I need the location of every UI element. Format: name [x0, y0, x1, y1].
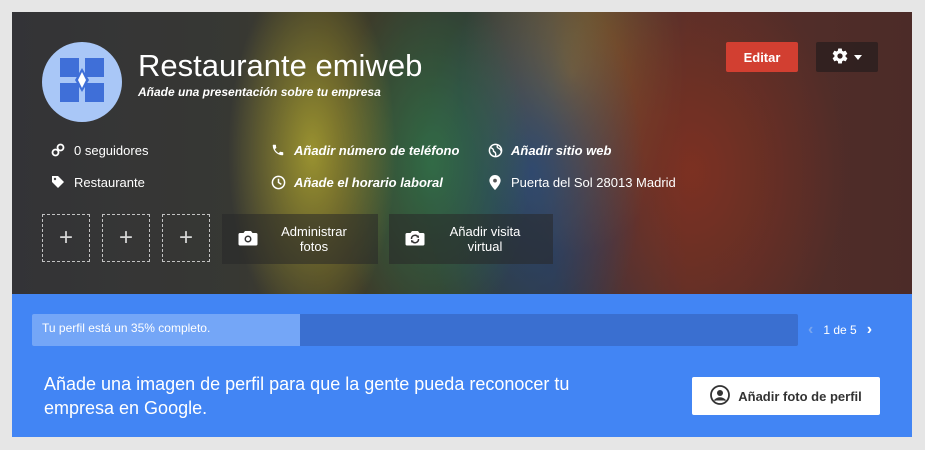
building-icon — [58, 56, 106, 109]
add-photo-slot-2[interactable]: + — [102, 214, 150, 262]
cover-photo: Restaurante emiweb Añade una presentació… — [12, 12, 912, 294]
add-phone-link[interactable]: Añadir número de teléfono — [270, 142, 459, 158]
address-info: Puerta del Sol 28013 Madrid — [487, 174, 676, 190]
add-profile-photo-label: Añadir foto de perfil — [738, 388, 862, 404]
gear-icon — [831, 47, 849, 68]
manage-photos-label: Administrar fotos — [281, 224, 347, 254]
profile-avatar[interactable] — [42, 42, 122, 122]
tag-icon — [50, 174, 66, 190]
address-label: Puerta del Sol 28013 Madrid — [511, 174, 676, 190]
manage-photos-button[interactable]: Administrar fotos — [222, 214, 378, 264]
caret-down-icon — [853, 50, 863, 65]
profile-completion-panel: Tu perfil está un 35% completo. ‹ 1 de 5… — [12, 294, 912, 437]
followers-info: 0 seguidores — [50, 142, 148, 158]
add-hours-label: Añade el horario laboral — [294, 174, 443, 190]
add-website-link[interactable]: Añadir sitio web — [487, 142, 611, 158]
add-hours-link[interactable]: Añade el horario laboral — [270, 174, 443, 190]
progress-text: Tu perfil está un 35% completo. — [42, 321, 211, 335]
add-website-label: Añadir sitio web — [511, 142, 612, 158]
prev-tip-button[interactable]: ‹ — [808, 321, 813, 339]
add-description-link[interactable]: Añade una presentación sobre tu empresa — [138, 85, 381, 99]
add-profile-photo-button[interactable]: Añadir foto de perfil — [692, 377, 880, 415]
globe-icon — [487, 142, 503, 158]
add-virtual-tour-label: Añadir visita virtual — [449, 224, 521, 254]
add-virtual-tour-button[interactable]: Añadir visita virtual — [389, 214, 553, 264]
category-label: Restaurante — [74, 174, 145, 190]
location-pin-icon — [487, 174, 503, 190]
settings-menu-button[interactable] — [816, 42, 878, 72]
next-tip-button[interactable]: › — [867, 321, 872, 339]
camera-icon — [238, 230, 258, 249]
pager-count: 1 de 5 — [823, 323, 857, 337]
refresh-camera-icon — [405, 230, 425, 249]
category-info: Restaurante — [50, 174, 145, 190]
followers-count: 0 seguidores — [74, 142, 149, 158]
account-circle-icon — [710, 384, 731, 408]
profile-progress-bar: Tu perfil está un 35% completo. — [32, 314, 798, 346]
edit-button[interactable]: Editar — [726, 42, 798, 72]
phone-icon — [270, 142, 286, 158]
link-icon — [50, 142, 66, 158]
tips-pager: ‹ 1 de 5 › — [808, 314, 872, 346]
add-photo-slot-1[interactable]: + — [42, 214, 90, 262]
clock-icon — [270, 174, 286, 190]
add-photo-slot-3[interactable]: + — [162, 214, 210, 262]
add-phone-label: Añadir número de teléfono — [294, 142, 460, 158]
business-name: Restaurante emiweb — [138, 48, 423, 83]
profile-tip-message: Añade una imagen de perfil para que la g… — [44, 374, 570, 418]
business-card: Restaurante emiweb Añade una presentació… — [12, 12, 912, 437]
